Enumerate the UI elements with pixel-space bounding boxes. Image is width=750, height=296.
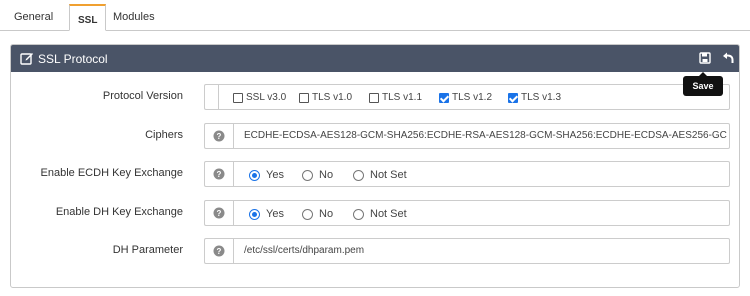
radio-dot xyxy=(249,169,260,181)
ciphers-label: Ciphers xyxy=(145,129,183,141)
checkbox-box xyxy=(439,92,449,103)
ciphers-row: Ciphers ? ECDHE-ECDSA-AES128-GCM-SHA256:… xyxy=(0,123,750,149)
ecdh-radio-not-set[interactable]: Not Set xyxy=(353,169,407,181)
panel-header: SSL Protocol xyxy=(11,45,739,72)
save-icon[interactable] xyxy=(698,51,712,65)
ciphers-input[interactable]: ECDHE-ECDSA-AES128-GCM-SHA256:ECDHE-RSA-… xyxy=(233,123,730,149)
ciphers-help[interactable]: ? xyxy=(204,123,233,149)
checkbox-tls-v11[interactable]: TLS v1.1 xyxy=(369,92,422,103)
tab-ssl[interactable]: SSL xyxy=(69,4,107,31)
help-icon: ? xyxy=(213,245,225,257)
tab-general[interactable]: General xyxy=(6,6,61,31)
ecdh-radio-no[interactable]: No xyxy=(302,169,333,181)
panel-title: SSL Protocol xyxy=(38,52,108,66)
protocol-version-field: SSL v3.0 TLS v1.0 TLS v1.1 TLS v1.2 TLS … xyxy=(218,84,730,110)
checkbox-box xyxy=(299,92,309,103)
radio-dot xyxy=(353,169,364,181)
dh-help[interactable]: ? xyxy=(204,200,233,226)
ecdh-help[interactable]: ? xyxy=(204,161,233,187)
checkbox-tls-v10[interactable]: TLS v1.0 xyxy=(299,92,352,103)
tab-modules[interactable]: Modules xyxy=(105,6,163,31)
dh-parameter-help[interactable]: ? xyxy=(204,238,233,264)
protocol-version-row: Protocol Version SSL v3.0 TLS v1.0 TLS v… xyxy=(0,84,750,110)
ecdh-label: Enable ECDH Key Exchange xyxy=(40,167,183,179)
radio-dot xyxy=(302,208,313,220)
radio-dot xyxy=(249,208,260,220)
undo-icon[interactable] xyxy=(722,51,736,65)
dh-radio-not-set[interactable]: Not Set xyxy=(353,208,407,220)
checkbox-ssl-v3[interactable]: SSL v3.0 xyxy=(233,92,286,103)
dh-field: Yes No Not Set xyxy=(233,200,730,226)
svg-text:?: ? xyxy=(217,132,222,141)
save-tooltip: Save xyxy=(683,72,723,96)
dh-radio-yes[interactable]: Yes xyxy=(249,208,284,220)
dh-radio-no[interactable]: No xyxy=(302,208,333,220)
radio-dot xyxy=(302,169,313,181)
svg-text:?: ? xyxy=(217,170,222,179)
ecdh-field: Yes No Not Set xyxy=(233,161,730,187)
ecdh-row: Enable ECDH Key Exchange ? Yes No Not Se… xyxy=(0,161,750,187)
dh-parameter-input[interactable]: /etc/ssl/certs/dhparam.pem xyxy=(233,238,730,264)
help-icon: ? xyxy=(213,207,225,219)
edit-icon xyxy=(20,51,34,65)
help-icon: ? xyxy=(213,130,225,142)
dh-parameter-label: DH Parameter xyxy=(112,244,183,256)
checkbox-box xyxy=(369,92,379,103)
dh-parameter-row: DH Parameter ? /etc/ssl/certs/dhparam.pe… xyxy=(0,238,750,264)
svg-text:?: ? xyxy=(217,209,222,218)
svg-text:?: ? xyxy=(217,247,222,256)
radio-dot xyxy=(353,208,364,220)
checkbox-box xyxy=(508,92,518,103)
help-icon: ? xyxy=(213,168,225,180)
checkbox-tls-v12[interactable]: TLS v1.2 xyxy=(439,92,492,103)
tab-bar: General SSL Modules xyxy=(0,0,750,31)
dh-row: Enable DH Key Exchange ? Yes No Not Set xyxy=(0,200,750,226)
dh-label: Enable DH Key Exchange xyxy=(55,206,183,218)
checkbox-tls-v13[interactable]: TLS v1.3 xyxy=(508,92,561,103)
protocol-version-label: Protocol Version xyxy=(102,90,183,102)
checkbox-box xyxy=(233,92,243,103)
ecdh-radio-yes[interactable]: Yes xyxy=(249,169,284,181)
ciphers-value: ECDHE-ECDSA-AES128-GCM-SHA256:ECDHE-RSA-… xyxy=(244,130,727,141)
dh-parameter-value: /etc/ssl/certs/dhparam.pem xyxy=(244,245,365,256)
protocol-version-help-slot xyxy=(204,84,218,110)
